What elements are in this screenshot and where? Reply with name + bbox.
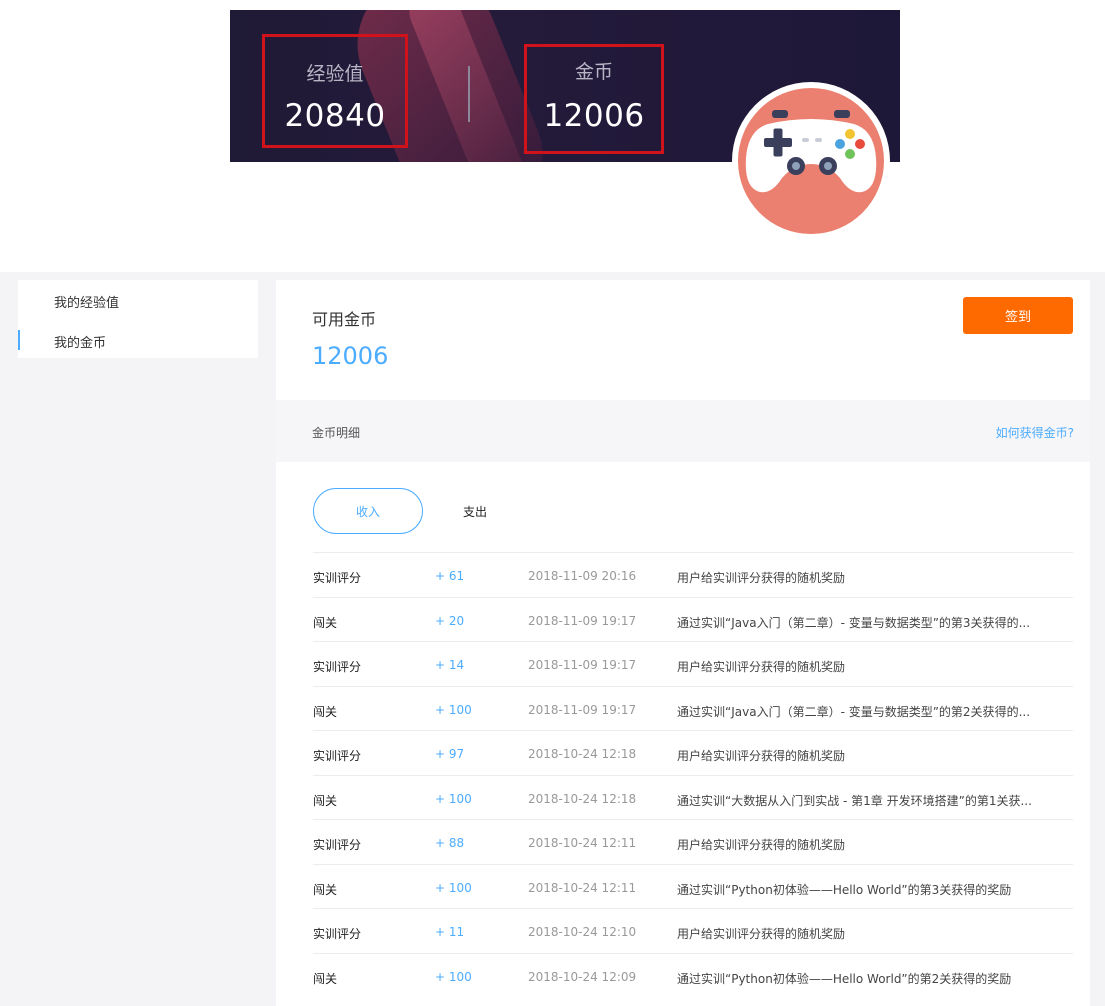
record-type: 闯关: [313, 793, 338, 808]
record-time: 2018-10-24 12:18: [528, 791, 637, 806]
gamepad-icon: [738, 88, 884, 234]
record-time: 2018-10-24 12:18: [528, 747, 637, 761]
record-amount: + 88: [435, 836, 465, 850]
table-row: 实训评分 + 88 2018-10-24 12:11 用户给实训评分获得的随机奖…: [313, 819, 1073, 864]
record-description: 通过实训“大数据从入门到实战 - 第1章 开发环境搭建”的第1关获...: [677, 793, 1032, 808]
tab-expense[interactable]: 支出: [448, 488, 502, 534]
balance-label: 可用金币: [312, 310, 377, 329]
gamepad-icon: [745, 110, 877, 193]
table-row: 实训评分 + 97 2018-10-24 12:18 用户给实训评分获得的随机奖…: [313, 730, 1073, 775]
avatar[interactable]: [732, 82, 890, 240]
table-row: 实训评分 + 11 2018-10-24 12:10 用户给实训评分获得的随机奖…: [313, 908, 1073, 953]
record-description: 用户给实训评分获得的随机奖励: [677, 838, 846, 852]
main-content: 可用金币 12006 签到 金币明细 如何获得金币? 收入 支出 实训评分 + …: [276, 280, 1090, 1006]
record-description: 通过实训“Python初体验——Hello World”的第3关获得的奖励: [677, 882, 1012, 897]
record-amount: + 20: [435, 613, 465, 628]
record-time: 2018-11-09 19:17: [528, 613, 637, 628]
record-amount: + 100: [435, 702, 472, 717]
record-time: 2018-10-24 12:10: [528, 925, 637, 939]
table-row: 实训评分 + 14 2018-11-09 19:17 用户给实训评分获得的随机奖…: [313, 641, 1073, 686]
record-description: 通过实训“Python初体验——Hello World”的第2关获得的奖励: [677, 971, 1012, 986]
header-area: 经验值 20840 金币 12006: [0, 0, 1105, 272]
record-time: 2018-10-24 12:11: [528, 880, 637, 895]
record-amount: + 100: [435, 791, 472, 806]
record-type: 实训评分: [313, 749, 362, 763]
record-type: 闯关: [313, 615, 338, 630]
sidebar: 我的经验值 我的金币: [18, 280, 258, 358]
record-description: 用户给实训评分获得的随机奖励: [677, 749, 846, 763]
record-amount: + 100: [435, 969, 472, 984]
sidebar-item-coins[interactable]: 我的金币: [54, 332, 106, 351]
record-time: 2018-11-09 20:16: [528, 569, 637, 583]
record-description: 用户给实训评分获得的随机奖励: [677, 927, 846, 941]
coin-label: 金币: [574, 61, 613, 83]
balance-card: 可用金币 12006 签到: [276, 280, 1090, 400]
record-time: 2018-11-09 19:17: [528, 702, 637, 717]
record-type: 实训评分: [313, 571, 362, 585]
sidebar-active-indicator: [18, 330, 20, 350]
record-description: 通过实训“Java入门（第二章）- 变量与数据类型”的第2关获得的...: [677, 704, 1031, 719]
record-amount: + 97: [435, 747, 465, 761]
record-description: 用户给实训评分获得的随机奖励: [677, 660, 846, 674]
record-time: 2018-11-09 19:17: [528, 658, 637, 672]
record-amount: + 11: [435, 925, 465, 939]
record-type: 实训评分: [313, 838, 362, 852]
table-row: 闯关 + 100 2018-10-24 12:18 通过实训“大数据从入门到实战…: [313, 774, 1073, 820]
record-amount: + 61: [435, 569, 465, 583]
how-to-earn-link[interactable]: 如何获得金币?: [996, 424, 1074, 441]
table-row: 闯关 + 100 2018-10-24 12:09 通过实训“Python初体验…: [313, 952, 1073, 998]
experience-value: 20840: [284, 98, 386, 134]
detail-header: 金币明细 如何获得金币?: [276, 400, 1090, 462]
table-row: 闯关 + 100 2018-11-09 19:17 通过实训“Java入门（第二…: [313, 685, 1073, 731]
checkin-button[interactable]: 签到: [963, 297, 1073, 334]
record-description: 通过实训“Java入门（第二章）- 变量与数据类型”的第3关获得的...: [677, 615, 1031, 630]
record-type: 闯关: [313, 704, 338, 719]
page: 经验值 20840 金币 12006 我的经验值 我的金币 可用金币 12006…: [0, 0, 1105, 1006]
coin-list-card: 收入 支出 实训评分 + 61 2018-11-09 20:16 用户给实训评分…: [276, 462, 1090, 1006]
banner-divider: [468, 66, 470, 122]
coin-stat: 金币 12006: [524, 44, 664, 154]
record-amount: + 100: [435, 880, 472, 895]
sidebar-item-experience[interactable]: 我的经验值: [54, 292, 119, 311]
tab-income[interactable]: 收入: [313, 488, 423, 534]
record-type: 实训评分: [313, 660, 362, 674]
table-row: 闯关 + 20 2018-11-09 19:17 通过实训“Java入门（第二章…: [313, 596, 1073, 642]
experience-stat: 经验值 20840: [262, 34, 408, 148]
detail-title: 金币明细: [312, 426, 361, 440]
coin-record-list: 实训评分 + 61 2018-11-09 20:16 用户给实训评分获得的随机奖…: [313, 552, 1073, 997]
balance-value: 12006: [312, 342, 389, 370]
table-row: 闯关 + 100 2018-10-24 12:11 通过实训“Python初体验…: [313, 863, 1073, 909]
coin-value: 12006: [543, 98, 645, 134]
record-type: 实训评分: [313, 927, 362, 941]
record-type: 闯关: [313, 882, 338, 897]
record-description: 用户给实训评分获得的随机奖励: [677, 571, 846, 585]
experience-label: 经验值: [306, 63, 364, 85]
record-type: 闯关: [313, 971, 338, 986]
table-row: 实训评分 + 61 2018-11-09 20:16 用户给实训评分获得的随机奖…: [313, 552, 1073, 597]
record-time: 2018-10-24 12:09: [528, 969, 637, 984]
record-time: 2018-10-24 12:11: [528, 836, 637, 850]
record-amount: + 14: [435, 658, 465, 672]
